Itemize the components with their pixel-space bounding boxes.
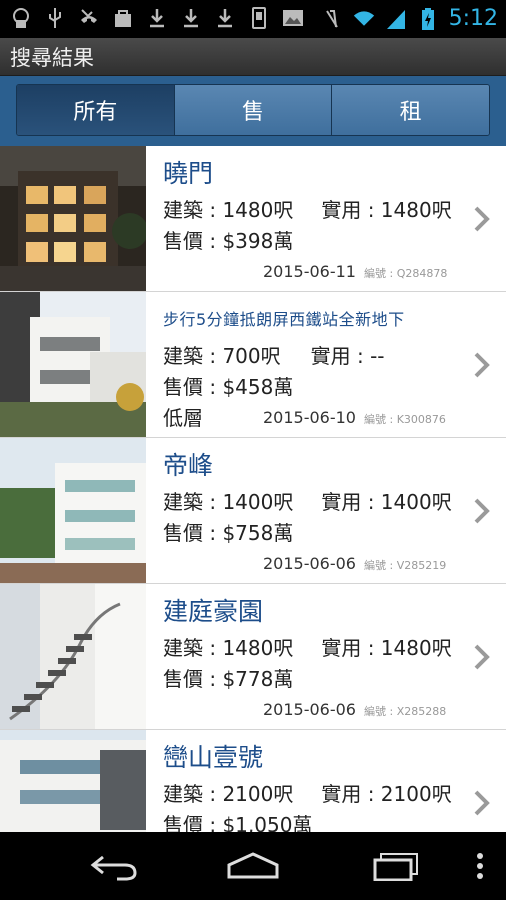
download-icon (146, 6, 168, 30)
list-item[interactable]: 步行5分鐘抵朗屏西鐵站全新地下 建築 : 700呎 實用 : -- 售價 : $4… (0, 292, 506, 438)
image-icon (282, 6, 304, 30)
tab-sale[interactable]: 售 (174, 85, 333, 135)
list-item[interactable]: 建庭豪園 建築 : 1480呎 實用 : 1480呎 售價 : $778萬 201… (0, 584, 506, 730)
status-bar: 5:12 (0, 0, 506, 38)
listing-date: 2015-06-06 (263, 554, 356, 573)
overflow-menu-icon[interactable] (470, 846, 490, 886)
tab-all[interactable]: 所有 (17, 85, 175, 135)
missed-call-icon (78, 6, 100, 30)
wifi-icon (353, 7, 375, 31)
listing-date: 2015-06-11 (263, 262, 356, 281)
title-bar: 搜尋結果 (0, 38, 506, 76)
price: 售價 : $758萬 (163, 521, 294, 545)
vibrate-off-icon (321, 7, 343, 31)
chevron-right-icon (474, 498, 490, 524)
property-photo (0, 730, 146, 832)
property-photo (0, 146, 146, 291)
listing-code: 編號 : K300876 (364, 413, 446, 426)
filter-tab-area: 所有 售 租 (0, 76, 506, 146)
listing-code: 編號 : Q284878 (364, 267, 448, 280)
chevron-right-icon (474, 790, 490, 816)
system-icons: 5:12 (321, 6, 498, 31)
tab-rent[interactable]: 租 (332, 85, 489, 135)
battery-icon (417, 7, 439, 31)
area-info: 建築 : 1400呎 實用 : 1400呎 (163, 486, 452, 515)
navigation-bar (0, 832, 506, 900)
gross-area: 建築 : 2100呎 (163, 782, 294, 806)
property-name: 帝峰 (163, 451, 214, 480)
area-info: 建築 : 700呎 實用 : -- (163, 340, 385, 369)
chevron-right-icon (474, 644, 490, 670)
results-list[interactable]: 曉門 建築 : 1480呎 實用 : 1480呎 售價 : $398萬 2015-… (0, 146, 506, 832)
chevron-right-icon (474, 352, 490, 378)
property-name: 曉門 (163, 159, 214, 188)
property-photo (0, 292, 146, 437)
gross-area: 建築 : 1400呎 (163, 490, 294, 514)
property-name: 步行5分鐘抵朗屏西鐵站全新地下 (163, 310, 405, 329)
listing-code: 編號 : X285288 (364, 705, 447, 718)
listing-code: 編號 : V285219 (364, 559, 447, 572)
clock: 5:12 (448, 6, 498, 31)
area-info: 建築 : 1480呎 實用 : 1480呎 (163, 632, 452, 661)
gross-area: 建築 : 700呎 (163, 344, 281, 368)
usable-area: 實用 : 1480呎 (321, 636, 452, 660)
property-name: 巒山壹號 (163, 743, 264, 772)
price: 售價 : $398萬 (163, 229, 294, 253)
price: 售價 : $1,050萬 (163, 813, 313, 832)
usable-area: 實用 : 1480呎 (321, 198, 452, 222)
filter-tabs: 所有 售 租 (16, 84, 490, 136)
phone-icon (248, 6, 270, 30)
floor-level: 低層 (163, 406, 203, 430)
property-name: 建庭豪園 (163, 597, 264, 626)
gross-area: 建築 : 1480呎 (163, 198, 294, 222)
gross-area: 建築 : 1480呎 (163, 636, 294, 660)
usable-area: 實用 : 2100呎 (321, 782, 452, 806)
list-item[interactable]: 曉門 建築 : 1480呎 實用 : 1480呎 售價 : $398萬 2015-… (0, 146, 506, 292)
price: 售價 : $778萬 (163, 667, 294, 691)
download-icon (180, 6, 202, 30)
usable-area: 實用 : -- (310, 344, 385, 368)
property-photo (0, 438, 146, 583)
usable-area: 實用 : 1400呎 (321, 490, 452, 514)
area-info: 建築 : 1480呎 實用 : 1480呎 (163, 194, 452, 223)
chevron-right-icon (474, 206, 490, 232)
notification-icons (10, 6, 304, 30)
recent-apps-icon[interactable] (370, 846, 422, 886)
list-item[interactable]: 巒山壹號 建築 : 2100呎 實用 : 2100呎 售價 : $1,050萬 (0, 730, 506, 832)
price: 售價 : $458萬 (163, 375, 294, 399)
bag-icon (112, 6, 134, 30)
area-info: 建築 : 2100呎 實用 : 2100呎 (163, 778, 452, 807)
list-item[interactable]: 帝峰 建築 : 1400呎 實用 : 1400呎 售價 : $758萬 2015-… (0, 438, 506, 584)
android-debug-icon (10, 6, 32, 30)
page-title: 搜尋結果 (10, 46, 94, 70)
back-icon[interactable] (86, 846, 142, 886)
signal-icon (385, 7, 407, 31)
listing-date: 2015-06-10 (263, 408, 356, 427)
home-icon[interactable] (224, 846, 282, 886)
usb-icon (44, 6, 66, 30)
property-photo (0, 584, 146, 729)
listing-date: 2015-06-06 (263, 700, 356, 719)
download-icon (214, 6, 236, 30)
